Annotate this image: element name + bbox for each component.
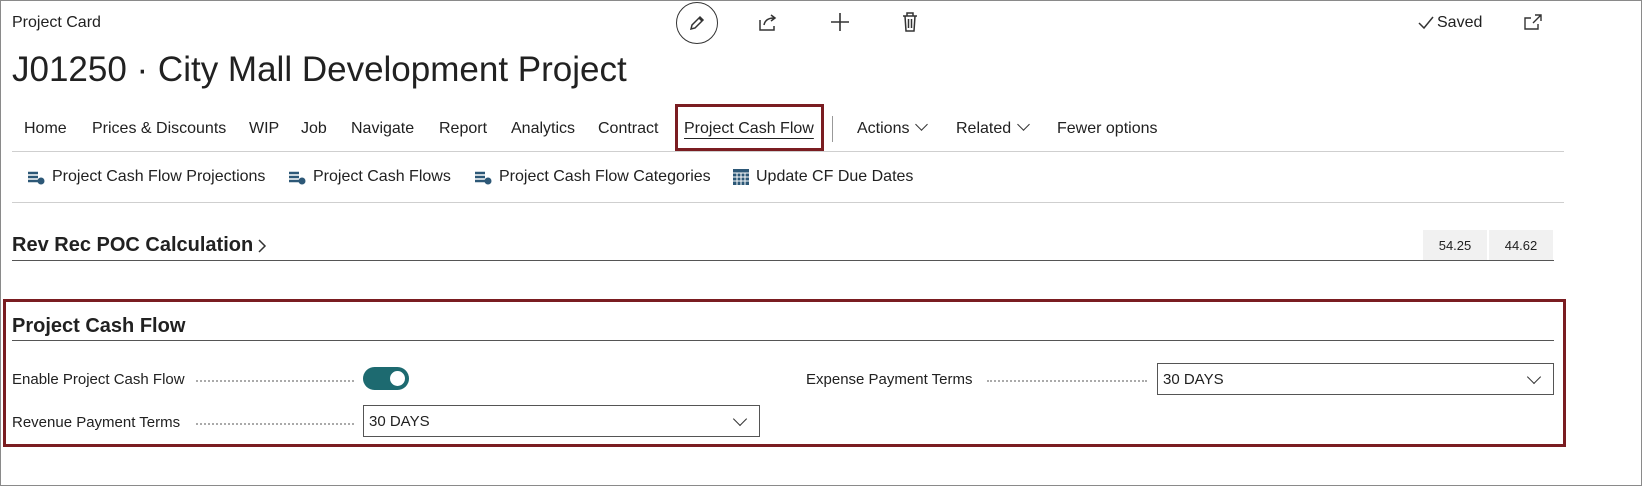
cash-flow-icon: [289, 171, 306, 185]
chevron-down-icon: [1017, 118, 1031, 131]
checkmark-icon: [1418, 16, 1434, 30]
tab-prices-discounts[interactable]: Prices & Discounts: [92, 120, 226, 138]
open-new-window-button[interactable]: [1522, 12, 1544, 32]
cash-flow-icon: [28, 171, 45, 185]
action-bar: Project Cash Flow Projections Project Ca…: [12, 152, 1564, 203]
actions-menu[interactable]: Actions: [857, 118, 929, 138]
revenue-terms-value: 30 DAYS: [369, 412, 430, 430]
tab-job[interactable]: Job: [301, 120, 327, 138]
action-cash-flows[interactable]: Project Cash Flows: [287, 168, 451, 186]
tab-home[interactable]: Home: [24, 120, 67, 138]
related-menu[interactable]: Related: [956, 118, 1031, 138]
cash-flow-icon: [475, 171, 492, 185]
chevron-right-icon: [258, 238, 267, 253]
nav-separator: [832, 116, 833, 142]
action-label: Project Cash Flow Categories: [499, 168, 711, 185]
expense-terms-select[interactable]: 30 DAYS: [1157, 363, 1554, 395]
share-icon: [759, 14, 777, 31]
fewer-options-button[interactable]: Fewer options: [1057, 120, 1158, 138]
calendar-icon: [733, 169, 749, 185]
actions-label: Actions: [857, 120, 910, 137]
page-label: Project Card: [12, 14, 101, 31]
tab-report[interactable]: Report: [439, 120, 487, 138]
section-divider: [12, 340, 1554, 341]
toggle-knob: [390, 371, 405, 386]
dotted-leader: [196, 380, 354, 382]
cash-flow-section-title: Project Cash Flow: [12, 315, 186, 337]
rev-rec-value-2: 44.62: [1489, 230, 1553, 260]
saved-label: Saved: [1437, 14, 1483, 31]
delete-button[interactable]: [898, 10, 922, 34]
enable-cash-flow-toggle[interactable]: [363, 367, 409, 390]
saved-status: Saved: [1418, 14, 1482, 32]
chevron-down-icon: [732, 411, 748, 427]
tab-contract[interactable]: Contract: [598, 120, 658, 138]
revenue-terms-label: Revenue Payment Terms: [12, 414, 181, 431]
action-label: Update CF Due Dates: [756, 168, 914, 185]
trash-icon: [903, 12, 917, 32]
add-button[interactable]: [828, 10, 852, 34]
tab-analytics[interactable]: Analytics: [511, 120, 575, 138]
dotted-leader: [987, 380, 1147, 382]
expense-terms-value: 30 DAYS: [1163, 370, 1224, 388]
pencil-icon: [689, 15, 705, 31]
action-cash-flow-projections[interactable]: Project Cash Flow Projections: [26, 168, 265, 186]
rev-rec-title: Rev Rec POC Calculation: [12, 234, 254, 256]
action-tabs: Home Prices & Discounts WIP Job Navigate…: [12, 104, 1564, 152]
rev-rec-section-header[interactable]: Rev Rec POC Calculation: [12, 234, 267, 257]
revenue-terms-select[interactable]: 30 DAYS: [363, 405, 760, 437]
tab-navigate[interactable]: Navigate: [351, 120, 414, 138]
dotted-leader: [196, 423, 354, 425]
action-cash-flow-categories[interactable]: Project Cash Flow Categories: [473, 168, 711, 186]
page-title: J01250 · City Mall Development Project: [12, 50, 627, 89]
action-label: Project Cash Flows: [313, 168, 451, 185]
edit-button[interactable]: [676, 2, 718, 44]
related-label: Related: [956, 120, 1012, 137]
enable-cash-flow-label: Enable Project Cash Flow: [12, 371, 185, 388]
tab-project-cash-flow[interactable]: Project Cash Flow: [684, 120, 814, 138]
expense-terms-label: Expense Payment Terms: [806, 371, 973, 388]
rev-rec-value-1: 54.25: [1423, 230, 1487, 260]
tab-wip[interactable]: WIP: [249, 120, 279, 138]
chevron-down-icon: [915, 118, 929, 131]
chevron-down-icon: [1526, 369, 1542, 385]
action-update-cf-due-dates[interactable]: Update CF Due Dates: [732, 168, 913, 186]
pop-out-icon: [1524, 14, 1542, 30]
share-button[interactable]: [756, 10, 780, 34]
action-label: Project Cash Flow Projections: [52, 168, 266, 185]
plus-icon: [831, 13, 849, 31]
section-divider: [12, 260, 1554, 261]
